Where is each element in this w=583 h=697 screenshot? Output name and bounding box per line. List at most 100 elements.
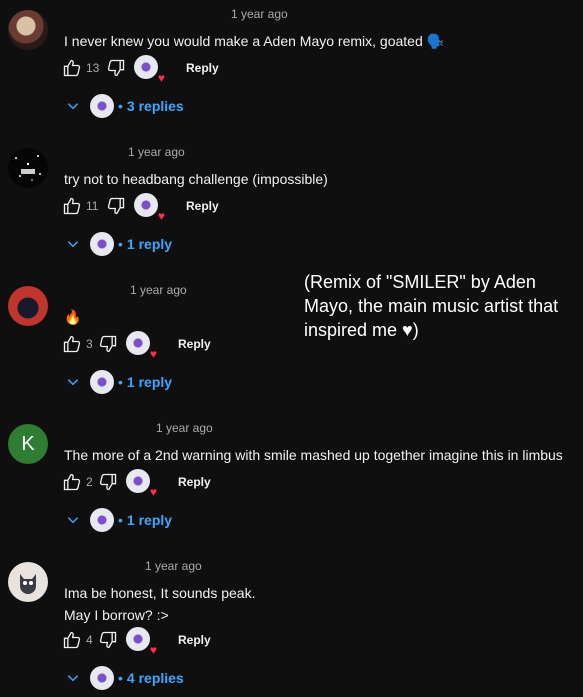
chevron-down-icon bbox=[67, 103, 79, 110]
comment-thread: K 1 year ago The more of a 2nd warning w… bbox=[0, 420, 583, 558]
separator-dot: • bbox=[118, 374, 123, 390]
creator-avatar-icon bbox=[134, 55, 158, 79]
creator-heart-badge: ♥ bbox=[126, 469, 157, 498]
creator-heart-badge: ♥ bbox=[126, 331, 157, 360]
comment-text-line: The more of a 2nd warning with smile mas… bbox=[64, 447, 563, 463]
view-replies-button[interactable]: • 1 reply bbox=[66, 230, 172, 258]
like-count: 2 bbox=[86, 475, 93, 489]
comment-thread: 1 year ago try not to headbang challenge… bbox=[0, 144, 583, 282]
like-button[interactable] bbox=[62, 472, 82, 492]
thumbs-down-icon bbox=[99, 473, 117, 491]
view-replies-button[interactable]: • 4 replies bbox=[66, 664, 184, 692]
reply-button[interactable]: Reply bbox=[186, 199, 219, 213]
comment-text: 🔥 bbox=[64, 306, 81, 328]
comment-actions: 4 ♥ Reply bbox=[62, 627, 211, 656]
heart-icon: ♥ bbox=[157, 209, 165, 223]
comment-actions: 13 ♥ Reply bbox=[62, 55, 219, 84]
like-button[interactable] bbox=[62, 334, 82, 354]
comment-text: I never knew you would make a Aden Mayo … bbox=[64, 30, 444, 52]
comment-text: try not to headbang challenge (impossibl… bbox=[64, 168, 328, 190]
like-button[interactable] bbox=[62, 196, 82, 216]
commenter-avatar[interactable] bbox=[8, 10, 48, 50]
like-count: 13 bbox=[86, 61, 100, 75]
dislike-button[interactable] bbox=[106, 58, 126, 78]
commenter-avatar[interactable]: K bbox=[8, 424, 48, 464]
comment-timestamp[interactable]: 1 year ago bbox=[128, 145, 185, 159]
comment-text-line: May I borrow? :> bbox=[64, 607, 169, 623]
creator-avatar-icon bbox=[90, 508, 114, 532]
creator-avatar-icon bbox=[90, 232, 114, 256]
overlay-caption: (Remix of "SMILER" by Aden Mayo, the mai… bbox=[304, 272, 559, 340]
like-count: 4 bbox=[86, 633, 93, 647]
creator-avatar-icon bbox=[126, 627, 150, 651]
creator-avatar-icon bbox=[134, 193, 158, 217]
reply-button[interactable]: Reply bbox=[178, 337, 211, 351]
heart-icon: ♥ bbox=[149, 347, 157, 361]
reply-button[interactable]: Reply bbox=[178, 475, 211, 489]
dislike-button[interactable] bbox=[98, 472, 118, 492]
comment-text-line: I never knew you would make a Aden Mayo … bbox=[64, 33, 445, 49]
separator-dot: • bbox=[118, 512, 123, 528]
heart-icon: ♥ bbox=[149, 643, 157, 657]
comment-actions: 3 ♥ Reply bbox=[62, 331, 211, 360]
chevron-down-icon bbox=[67, 379, 79, 386]
like-button[interactable] bbox=[62, 630, 82, 650]
comment-actions: 2 ♥ Reply bbox=[62, 469, 211, 498]
creator-avatar-icon bbox=[90, 370, 114, 394]
thumbs-down-icon bbox=[99, 631, 117, 649]
dislike-button[interactable] bbox=[98, 630, 118, 650]
cat-face-avatar-icon bbox=[20, 574, 36, 594]
dislike-button[interactable] bbox=[98, 334, 118, 354]
replies-count-link[interactable]: 1 reply bbox=[127, 374, 172, 390]
thumbs-down-icon bbox=[99, 335, 117, 353]
creator-heart-badge: ♥ bbox=[134, 55, 165, 84]
separator-dot: • bbox=[118, 670, 123, 686]
heart-icon: ♥ bbox=[149, 485, 157, 499]
commenter-avatar[interactable] bbox=[8, 148, 48, 188]
thumbs-up-icon bbox=[63, 59, 81, 77]
creator-avatar-icon bbox=[90, 666, 114, 690]
chevron-down-icon bbox=[67, 675, 79, 682]
avatar-letter: K bbox=[21, 432, 35, 455]
separator-dot: • bbox=[118, 98, 123, 114]
replies-count-link[interactable]: 1 reply bbox=[127, 236, 172, 252]
replies-count-link[interactable]: 4 replies bbox=[127, 670, 184, 686]
comment-text: The more of a 2nd warning with smile mas… bbox=[64, 444, 563, 466]
comment-text-line: try not to headbang challenge (impossibl… bbox=[64, 171, 328, 187]
comment-timestamp[interactable]: 1 year ago bbox=[156, 421, 213, 435]
thumbs-up-icon bbox=[63, 631, 81, 649]
comment-text-line: Ima be honest, It sounds peak. bbox=[64, 585, 256, 601]
commenter-avatar[interactable] bbox=[8, 286, 48, 326]
replies-count-link[interactable]: 3 replies bbox=[127, 98, 184, 114]
thumbs-up-icon bbox=[63, 197, 81, 215]
starfield-avatar-icon bbox=[15, 155, 41, 181]
view-replies-button[interactable]: • 1 reply bbox=[66, 368, 172, 396]
dislike-button[interactable] bbox=[106, 196, 126, 216]
comment-thread: 1 year ago I never knew you would make a… bbox=[0, 6, 583, 144]
comment-timestamp[interactable]: 1 year ago bbox=[145, 559, 202, 573]
like-button[interactable] bbox=[62, 58, 82, 78]
like-count: 11 bbox=[86, 199, 99, 213]
heart-icon: ♥ bbox=[157, 71, 165, 85]
creator-avatar-icon bbox=[126, 469, 150, 493]
comment-timestamp[interactable]: 1 year ago bbox=[231, 7, 288, 21]
creator-heart-badge: ♥ bbox=[126, 627, 157, 656]
comment-thread: 1 year ago Ima be honest, It sounds peak… bbox=[0, 558, 583, 697]
like-count: 3 bbox=[86, 337, 93, 351]
comment-text-line: 🔥 bbox=[64, 309, 82, 325]
chevron-down-icon bbox=[67, 241, 79, 248]
separator-dot: • bbox=[118, 236, 123, 252]
reply-button[interactable]: Reply bbox=[186, 61, 219, 75]
creator-avatar-icon bbox=[126, 331, 150, 355]
comment-timestamp[interactable]: 1 year ago bbox=[130, 283, 187, 297]
replies-count-link[interactable]: 1 reply bbox=[127, 512, 172, 528]
view-replies-button[interactable]: • 1 reply bbox=[66, 506, 172, 534]
thumbs-up-icon bbox=[63, 335, 81, 353]
reply-button[interactable]: Reply bbox=[178, 633, 211, 647]
chevron-down-icon bbox=[67, 517, 79, 524]
comment-actions: 11 ♥ Reply bbox=[62, 193, 219, 222]
commenter-avatar[interactable] bbox=[8, 562, 48, 602]
thumbs-up-icon bbox=[63, 473, 81, 491]
view-replies-button[interactable]: • 3 replies bbox=[66, 92, 184, 120]
comment-text: Ima be honest, It sounds peak. May I bor… bbox=[64, 582, 255, 626]
